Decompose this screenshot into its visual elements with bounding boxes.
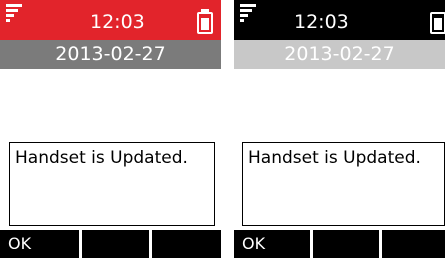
softkey-middle[interactable] [82, 230, 149, 258]
signal-icon [6, 4, 22, 24]
softkey-ok-label: OK [8, 234, 32, 253]
handset-screen-black: 12:03 2013-02-27 Handset is Updated. OK [234, 0, 445, 258]
softkey-bar: OK [0, 230, 221, 258]
message-text: Handset is Updated. [15, 148, 188, 168]
message-box: Handset is Updated. [9, 142, 215, 226]
date-text: 2013-02-27 [55, 43, 166, 65]
softkey-right[interactable] [152, 230, 221, 258]
status-bar: 12:03 [0, 0, 221, 40]
message-box: Handset is Updated. [242, 142, 445, 226]
content-area: Handset is Updated. [234, 69, 445, 230]
status-bar: 12:03 [234, 0, 445, 40]
softkey-ok[interactable]: OK [234, 230, 310, 258]
softkey-ok[interactable]: OK [0, 230, 79, 258]
date-bar: 2013-02-27 [0, 40, 221, 69]
date-text: 2013-02-27 [284, 43, 395, 65]
softkey-bar: OK [234, 230, 445, 258]
softkey-right[interactable] [382, 230, 445, 258]
message-text: Handset is Updated. [248, 148, 421, 168]
status-time: 12:03 [90, 11, 145, 33]
handset-screen-red: 12:03 2013-02-27 Handset is Updated. OK [0, 0, 221, 258]
status-time: 12:03 [294, 11, 349, 33]
signal-icon [240, 4, 256, 24]
battery-icon [430, 9, 445, 34]
softkey-ok-label: OK [242, 234, 266, 253]
content-area: Handset is Updated. [0, 69, 221, 230]
battery-icon [197, 9, 213, 34]
date-bar: 2013-02-27 [234, 40, 445, 69]
softkey-middle[interactable] [313, 230, 379, 258]
